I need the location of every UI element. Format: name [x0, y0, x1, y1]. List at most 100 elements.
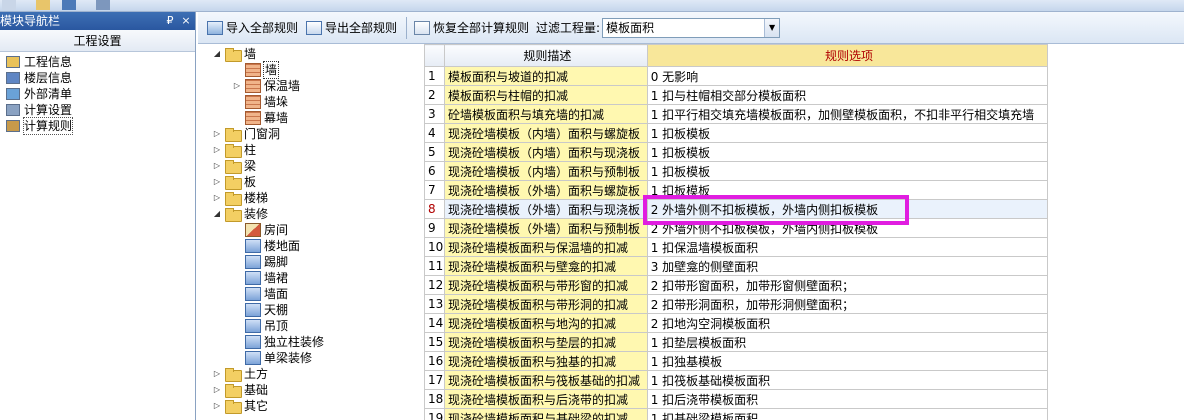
rule-description[interactable]: 现浇砼墙模板面积与垫层的扣减: [443, 332, 648, 352]
rule-description[interactable]: 现浇砼墙模板（内墙）面积与螺旋板: [443, 123, 648, 143]
open-icon[interactable]: [36, 0, 50, 10]
rule-description[interactable]: 现浇砼墙模板面积与地沟的扣减: [443, 313, 648, 333]
undo-icon[interactable]: [96, 0, 110, 10]
rule-option[interactable]: 2 扣地沟空洞模板面积: [646, 313, 1049, 333]
tree-node[interactable]: ▷ 其它: [212, 398, 268, 414]
tree-node[interactable]: 独立柱装修: [232, 334, 324, 350]
rule-option[interactable]: 1 扣基础梁模板面积: [646, 408, 1049, 420]
tree-node[interactable]: 幕墙: [232, 110, 288, 126]
new-icon[interactable]: [2, 0, 16, 10]
tree-node[interactable]: ◢ 装修: [212, 206, 268, 222]
rule-row[interactable]: 15 现浇砼墙模板面积与垫层的扣减 1 扣垫层模板面积: [424, 332, 1184, 352]
rule-option[interactable]: 1 扣垫层模板面积: [646, 332, 1049, 352]
restore-all-rules-button[interactable]: 恢复全部计算规则: [411, 16, 532, 40]
chevron-down-icon[interactable]: ▼: [764, 18, 780, 37]
expand-icon[interactable]: ▷: [212, 174, 222, 190]
tree-node[interactable]: ▷ 梁: [212, 158, 256, 174]
rule-row[interactable]: 16 现浇砼墙模板面积与独基的扣减 1 扣独基模板: [424, 351, 1184, 371]
rule-row[interactable]: 14 现浇砼墙模板面积与地沟的扣减 2 扣地沟空洞模板面积: [424, 313, 1184, 333]
expand-icon[interactable]: ▷: [212, 126, 222, 142]
tree-node[interactable]: 房间: [232, 222, 288, 238]
tree-node[interactable]: ▷ 门窗洞: [212, 126, 280, 142]
nav-item[interactable]: 计算规则: [0, 117, 195, 135]
expand-icon[interactable]: ▷: [232, 78, 242, 94]
rule-option[interactable]: 3 加壁龛的侧壁面积: [646, 256, 1049, 276]
rule-row[interactable]: 4 现浇砼墙模板（内墙）面积与螺旋板 1 扣板模板: [424, 123, 1184, 143]
expand-icon[interactable]: ▷: [212, 366, 222, 382]
rule-option[interactable]: 1 扣筏板基础模板面积: [646, 370, 1049, 390]
rule-description[interactable]: 现浇砼墙模板（外墙）面积与现浇板: [443, 199, 648, 219]
rule-option[interactable]: 1 扣独基模板: [646, 351, 1049, 371]
rule-row[interactable]: 8 现浇砼墙模板（外墙）面积与现浇板 2 外墙外侧不扣板模板，外墙内侧扣板模板: [424, 199, 1184, 219]
rule-row[interactable]: 12 现浇砼墙模板面积与带形窗的扣减 2 扣带形窗面积，加带形窗侧壁面积；: [424, 275, 1184, 295]
expand-icon[interactable]: ▷: [212, 398, 222, 414]
tree-node[interactable]: 楼地面: [232, 238, 300, 254]
collapse-icon[interactable]: ◢: [212, 46, 222, 62]
rule-option[interactable]: 1 扣板模板: [646, 123, 1049, 143]
rule-option[interactable]: 2 扣带形洞面积，加带形洞侧壁面积；: [646, 294, 1049, 314]
tree-node[interactable]: ▷ 土方: [212, 366, 268, 382]
rule-description[interactable]: 现浇砼墙模板（外墙）面积与预制板: [443, 218, 648, 238]
tree-node[interactable]: 天棚: [232, 302, 288, 318]
rule-row[interactable]: 19 现浇砼墙模板面积与基础梁的扣减 1 扣基础梁模板面积: [424, 408, 1184, 420]
rule-row[interactable]: 18 现浇砼墙模板面积与后浇带的扣减 1 扣后浇带模板面积: [424, 389, 1184, 409]
rule-row[interactable]: 10 现浇砼墙模板面积与保温墙的扣减 1 扣保温墙模板面积: [424, 237, 1184, 257]
tree-node[interactable]: ◢ 墙: [212, 46, 256, 62]
nav-group-project-settings[interactable]: 工程设置: [0, 30, 195, 52]
tree-node[interactable]: 吊顶: [232, 318, 288, 334]
export-all-rules-button[interactable]: 导出全部规则: [303, 16, 400, 40]
nav-item[interactable]: 计算设置: [0, 102, 195, 118]
nav-item[interactable]: 工程信息: [0, 54, 195, 70]
rule-option[interactable]: 1 扣板模板: [646, 180, 1049, 200]
rule-row[interactable]: 17 现浇砼墙模板面积与筏板基础的扣减 1 扣筏板基础模板面积: [424, 370, 1184, 390]
rule-description[interactable]: 现浇砼墙模板面积与独基的扣减: [443, 351, 648, 371]
rule-row[interactable]: 7 现浇砼墙模板（外墙）面积与螺旋板 1 扣板模板: [424, 180, 1184, 200]
collapse-icon[interactable]: ◢: [212, 206, 222, 222]
tree-node[interactable]: ▷ 板: [212, 174, 256, 190]
rule-option[interactable]: 1 扣后浇带模板面积: [646, 389, 1049, 409]
rule-description[interactable]: 现浇砼墙模板（内墙）面积与预制板: [443, 161, 648, 181]
close-icon[interactable]: ×: [179, 12, 193, 30]
rule-row[interactable]: 1 模板面积与坡道的扣减 0 无影响: [424, 66, 1184, 86]
rule-option[interactable]: 1 扣板模板: [646, 142, 1049, 162]
rule-option[interactable]: 2 扣带形窗面积，加带形窗侧壁面积；: [646, 275, 1049, 295]
expand-icon[interactable]: ▷: [212, 142, 222, 158]
rule-option[interactable]: 1 扣与柱帽相交部分模板面积: [646, 85, 1049, 105]
expand-icon[interactable]: ▷: [212, 190, 222, 206]
tree-node[interactable]: ▷ 柱: [212, 142, 256, 158]
rule-description[interactable]: 模板面积与坡道的扣减: [443, 66, 648, 86]
rule-option[interactable]: 2 外墙外侧不扣板模板，外墙内侧扣板模板: [646, 199, 1049, 219]
rule-description[interactable]: 砼墙模板面积与填充墙的扣减: [443, 104, 648, 124]
rule-description[interactable]: 现浇砼墙模板面积与带形洞的扣减: [443, 294, 648, 314]
rule-row[interactable]: 5 现浇砼墙模板（内墙）面积与现浇板 1 扣板模板: [424, 142, 1184, 162]
rule-option[interactable]: 2 外墙外侧不扣板模板，外墙内侧扣板模板: [646, 218, 1049, 238]
expand-icon[interactable]: ▷: [212, 382, 222, 398]
tree-node[interactable]: ▷ 基础: [212, 382, 268, 398]
rule-row[interactable]: 9 现浇砼墙模板（外墙）面积与预制板 2 外墙外侧不扣板模板，外墙内侧扣板模板: [424, 218, 1184, 238]
pin-icon[interactable]: ₽: [163, 12, 177, 30]
rule-row[interactable]: 6 现浇砼墙模板（内墙）面积与预制板 1 扣板模板: [424, 161, 1184, 181]
rule-description[interactable]: 现浇砼墙模板（内墙）面积与现浇板: [443, 142, 648, 162]
tree-node[interactable]: 墙面: [232, 286, 288, 302]
rule-description[interactable]: 现浇砼墙模板面积与基础梁的扣减: [443, 408, 648, 420]
rule-description[interactable]: 现浇砼墙模板面积与壁龛的扣减: [443, 256, 648, 276]
rule-description[interactable]: 现浇砼墙模板面积与筏板基础的扣减: [443, 370, 648, 390]
import-all-rules-button[interactable]: 导入全部规则: [204, 16, 301, 40]
nav-item[interactable]: 楼层信息: [0, 70, 195, 86]
rule-description[interactable]: 现浇砼墙模板面积与保温墙的扣减: [443, 237, 648, 257]
rule-description[interactable]: 模板面积与柱帽的扣减: [443, 85, 648, 105]
save-icon[interactable]: [62, 0, 76, 10]
rule-option[interactable]: 0 无影响: [646, 66, 1049, 86]
rule-description[interactable]: 现浇砼墙模板面积与后浇带的扣减: [443, 389, 648, 409]
tree-node[interactable]: ▷ 楼梯: [212, 190, 268, 206]
expand-icon[interactable]: ▷: [212, 158, 222, 174]
tree-node[interactable]: ▷ 保温墙: [232, 78, 300, 94]
tree-node[interactable]: 踢脚: [232, 254, 288, 270]
rule-row[interactable]: 3 砼墙模板面积与填充墙的扣减 1 扣平行相交填充墙模板面积，加侧壁模板面积，不扣非…: [424, 104, 1184, 124]
rule-option[interactable]: 1 扣平行相交填充墙模板面积，加侧壁模板面积，不扣非平行相交填充墙: [646, 104, 1049, 124]
tree-node[interactable]: 墙裙: [232, 270, 288, 286]
rule-row[interactable]: 11 现浇砼墙模板面积与壁龛的扣减 3 加壁龛的侧壁面积: [424, 256, 1184, 276]
tree-node[interactable]: 单梁装修: [232, 350, 312, 366]
tree-node[interactable]: 墙垛: [232, 94, 288, 110]
rule-option[interactable]: 1 扣保温墙模板面积: [646, 237, 1049, 257]
